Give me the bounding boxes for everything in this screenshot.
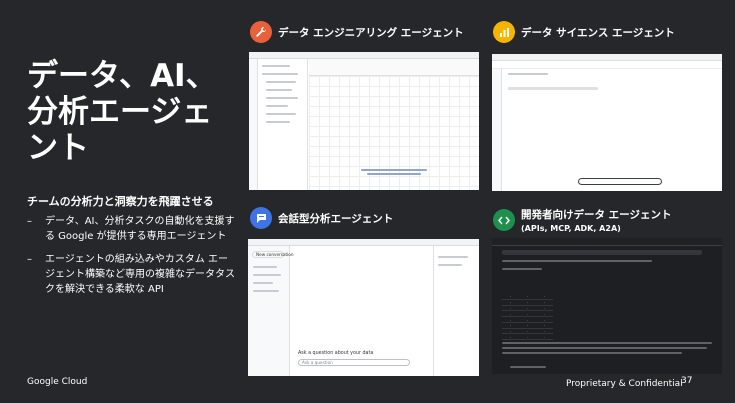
bullet-item: エージェントの組み込みやカスタム エージェント構築など専用の複雑なデータタスクを…: [27, 252, 237, 297]
card-subtitle: (APIs, MCP, ADK, A2A): [521, 224, 621, 233]
page-number: 37: [681, 376, 693, 386]
footer-brand: Google Cloud: [27, 377, 88, 387]
footer-confidential: Proprietary & Confidential: [566, 379, 683, 389]
new-conversation-button: New conversation: [256, 252, 294, 257]
bullet-list: データ、AI、分析タスクの自動化を支援する Google が提供する専用エージェ…: [27, 214, 237, 305]
card-title: データ サイエンス エージェント: [521, 26, 675, 39]
code-icon: [493, 209, 515, 231]
developer-screenshot: ... ... ... ... ... ... ... ...: [492, 238, 722, 374]
bullet-item: データ、AI、分析タスクの自動化を支援する Google が提供する専用エージェ…: [27, 214, 237, 244]
chart-icon: [493, 21, 515, 43]
card-title: データ エンジニアリング エージェント: [278, 26, 464, 39]
data-science-screenshot: [492, 54, 722, 191]
question-input: Ask a question: [298, 359, 410, 366]
data-engineering-screenshot: [249, 52, 479, 190]
slide-subtitle: チームの分析力と洞察力を飛躍させる: [27, 195, 214, 208]
slide-title: データ、AI、分析エージェント: [27, 58, 217, 166]
conversational-screenshot: New conversation Ask a question about yo…: [248, 239, 479, 376]
card-header-conversational: 会話型分析エージェント: [250, 207, 393, 229]
card-header-data-science: データ サイエンス エージェント: [493, 21, 675, 43]
prompt-text: Ask a question about your data: [298, 351, 374, 356]
card-header-data-engineering: データ エンジニアリング エージェント: [250, 21, 464, 43]
chat-icon: [250, 207, 272, 229]
card-title: 会話型分析エージェント: [278, 212, 394, 225]
card-title: 開発者向けデータ エージェント: [521, 209, 672, 221]
wrench-icon: [250, 21, 272, 43]
input-placeholder: Ask a question: [302, 360, 333, 365]
card-header-developer: 開発者向けデータ エージェント (APIs, MCP, ADK, A2A): [493, 207, 671, 233]
